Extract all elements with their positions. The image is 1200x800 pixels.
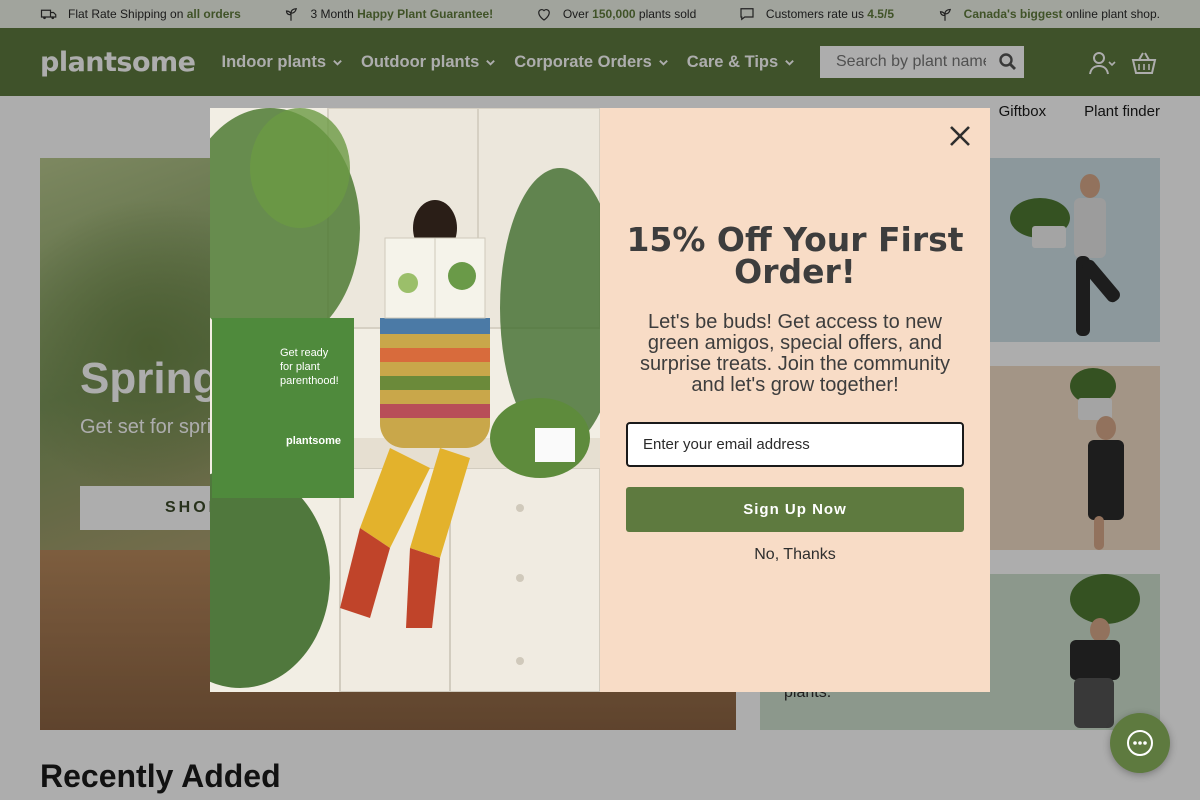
chat-dots-icon xyxy=(1127,730,1153,756)
svg-text:plantsome: plantsome xyxy=(286,435,341,447)
chat-button[interactable] xyxy=(1110,713,1170,773)
box-text: Get ready xyxy=(280,347,329,359)
signup-button[interactable]: Sign Up Now xyxy=(626,487,964,532)
email-field[interactable] xyxy=(626,422,964,467)
modal-photo: Get ready for plant parenthood! plantsom… xyxy=(210,108,600,692)
modal-title: 15% Off Your First Order! xyxy=(626,220,964,291)
decline-button[interactable]: No, Thanks xyxy=(600,546,990,564)
svg-text:for plant: for plant xyxy=(280,361,320,373)
close-icon[interactable] xyxy=(946,122,974,150)
svg-text:parenthood!: parenthood! xyxy=(280,375,339,387)
modal-image: Get ready for plant parenthood! plantsom… xyxy=(210,108,600,692)
signup-form: 15% Off Your First Order! Let's be buds!… xyxy=(600,108,990,692)
signup-modal: Get ready for plant parenthood! plantsom… xyxy=(210,108,990,692)
modal-description: Let's be buds! Get access to new green a… xyxy=(639,311,951,396)
